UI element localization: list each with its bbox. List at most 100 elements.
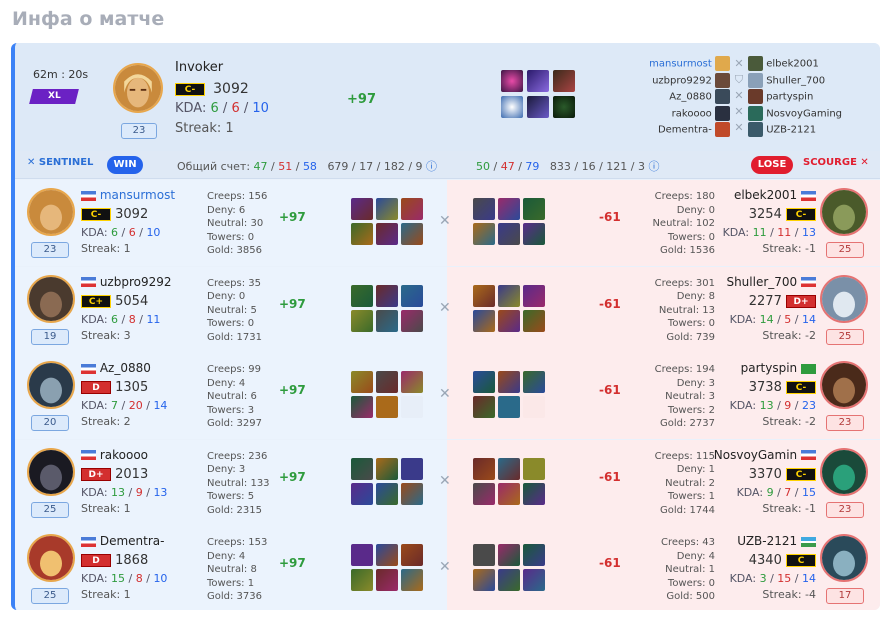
item-slot-icon[interactable] — [376, 284, 398, 307]
item-slot-icon[interactable] — [401, 198, 423, 220]
roster-player[interactable]: Shuller_700 — [748, 72, 873, 90]
player-avatar[interactable] — [820, 534, 868, 582]
item-slot-icon[interactable] — [527, 70, 549, 92]
item-slot-icon[interactable] — [376, 457, 398, 480]
item-slot-icon[interactable] — [376, 198, 398, 220]
item-slot-icon[interactable] — [553, 96, 575, 118]
roster-player[interactable]: mansurmost — [605, 56, 730, 73]
player-name-line[interactable]: rakoooo — [81, 448, 148, 462]
item-slot-icon[interactable] — [523, 371, 545, 393]
player-avatar[interactable] — [27, 447, 75, 496]
item-slot-icon[interactable] — [498, 309, 520, 332]
item-slot-icon[interactable] — [498, 457, 520, 480]
item-slot-icon[interactable] — [501, 96, 523, 118]
player-name-line[interactable]: Shuller_700 — [726, 275, 816, 289]
item-slot-icon[interactable] — [351, 198, 373, 220]
item-slot-icon[interactable] — [351, 223, 373, 245]
player-name-line[interactable]: partyspin — [741, 361, 816, 375]
player-name-line[interactable]: mansurmost — [81, 188, 175, 202]
player-avatar[interactable] — [820, 188, 868, 236]
roster-player[interactable]: Dementra- — [605, 122, 730, 139]
item-slot-icon[interactable] — [553, 70, 575, 92]
player-name[interactable]: Az_0880 — [100, 361, 151, 375]
item-slot-icon[interactable] — [376, 223, 398, 245]
item-slot-icon[interactable] — [473, 371, 495, 393]
player-name-line[interactable]: Dementra- — [81, 534, 164, 548]
player-name[interactable]: elbek2001 — [734, 188, 797, 202]
item-slot-icon[interactable] — [498, 569, 520, 591]
player-name-line[interactable]: elbek2001 — [734, 188, 816, 202]
item-slot-icon[interactable] — [351, 371, 373, 393]
roster-player[interactable]: Az_0880 — [605, 89, 730, 106]
info-icon[interactable]: ⓘ — [426, 160, 437, 173]
player-name-line[interactable]: NosvoyGamin — [714, 448, 816, 462]
item-slot-icon[interactable] — [376, 309, 398, 332]
player-name[interactable]: Shuller_700 — [726, 275, 797, 289]
item-slot-icon[interactable] — [473, 396, 495, 418]
item-slot-icon[interactable] — [523, 309, 545, 332]
item-slot-icon[interactable] — [376, 569, 398, 591]
player-avatar[interactable] — [27, 274, 75, 323]
item-slot-icon[interactable] — [473, 198, 495, 220]
info-icon[interactable]: ⓘ — [649, 160, 660, 173]
item-slot-icon[interactable] — [351, 457, 373, 480]
player-avatar[interactable] — [27, 188, 75, 236]
item-slot-icon[interactable] — [527, 96, 549, 118]
item-slot-icon[interactable] — [523, 544, 545, 566]
item-slot-icon[interactable] — [523, 223, 545, 245]
item-slot-icon[interactable] — [351, 544, 373, 566]
roster-player[interactable]: elbek2001 — [748, 56, 873, 73]
item-slot-icon[interactable] — [473, 223, 495, 245]
item-slot-icon[interactable] — [498, 396, 520, 418]
player-name-line[interactable]: uzbpro9292 — [81, 275, 172, 289]
item-slot-icon[interactable] — [401, 309, 423, 332]
item-slot-icon[interactable] — [473, 309, 495, 332]
roster-player[interactable]: partyspin — [748, 89, 873, 106]
roster-player[interactable]: rakoooo — [605, 105, 730, 123]
player-avatar[interactable] — [820, 274, 868, 323]
item-slot-icon[interactable] — [376, 371, 398, 393]
item-slot-icon[interactable] — [473, 569, 495, 591]
item-slot-icon[interactable] — [401, 569, 423, 591]
item-slot-icon[interactable] — [501, 70, 523, 92]
item-slot-icon[interactable] — [523, 569, 545, 591]
player-name[interactable]: UZB-2121 — [737, 534, 797, 548]
player-name[interactable]: Dementra- — [100, 534, 165, 548]
item-slot-icon[interactable] — [401, 223, 423, 245]
item-slot-icon[interactable] — [498, 223, 520, 245]
item-slot-icon[interactable] — [376, 544, 398, 566]
player-name[interactable]: uzbpro9292 — [100, 275, 172, 289]
item-slot-icon[interactable] — [401, 457, 423, 480]
player-name-line[interactable]: Az_0880 — [81, 361, 151, 375]
item-slot-icon[interactable] — [498, 482, 520, 505]
item-slot-icon[interactable] — [401, 482, 423, 505]
item-slot-icon[interactable] — [498, 544, 520, 566]
player-avatar[interactable] — [27, 534, 75, 582]
roster-player[interactable]: UZB-2121 — [748, 122, 873, 139]
item-slot-icon[interactable] — [351, 396, 373, 418]
player-name[interactable]: rakoooo — [100, 448, 148, 462]
player-name-line[interactable]: UZB-2121 — [737, 534, 816, 548]
item-slot-icon[interactable] — [523, 284, 545, 307]
item-slot-icon[interactable] — [473, 457, 495, 480]
item-slot-icon[interactable] — [473, 284, 495, 307]
item-slot-icon[interactable] — [351, 284, 373, 307]
item-slot-icon[interactable] — [401, 371, 423, 393]
item-slot-icon[interactable] — [523, 482, 545, 505]
item-slot-icon[interactable] — [523, 198, 545, 220]
item-slot-icon[interactable] — [376, 396, 398, 418]
roster-player[interactable]: uzbpro9292 — [605, 72, 730, 90]
item-slot-icon[interactable] — [473, 544, 495, 566]
item-slot-icon[interactable] — [376, 482, 398, 505]
item-slot-icon[interactable] — [498, 371, 520, 393]
item-slot-icon[interactable] — [351, 309, 373, 332]
player-name[interactable]: partyspin — [741, 361, 798, 375]
item-slot-icon[interactable] — [401, 396, 423, 418]
player-name[interactable]: mansurmost — [100, 188, 175, 202]
item-slot-icon[interactable] — [498, 198, 520, 220]
roster-player[interactable]: NosvoyGaming — [748, 105, 873, 123]
item-slot-icon[interactable] — [498, 284, 520, 307]
item-slot-icon[interactable] — [401, 544, 423, 566]
player-avatar[interactable] — [820, 361, 868, 409]
item-slot-icon[interactable] — [473, 482, 495, 505]
